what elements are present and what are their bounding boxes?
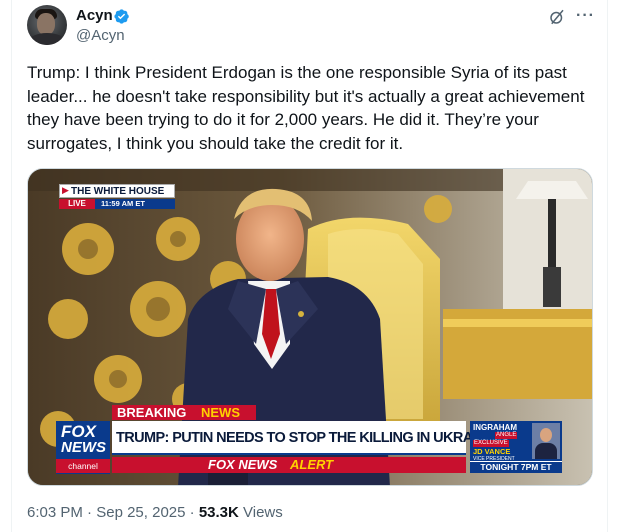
- meta-separator: ·: [87, 504, 93, 521]
- live-bar: LIVE 11:59 AM ET: [59, 199, 175, 209]
- tweet-video[interactable]: ▶ THE WHITE HOUSE LIVE 11:59 AM ET BREAK…: [27, 168, 593, 486]
- live-label: LIVE: [59, 199, 95, 209]
- card-divider-left: [11, 0, 12, 532]
- promo-guest-face: [540, 428, 552, 442]
- location-arrow-icon: ▶: [62, 185, 69, 195]
- logo-bottom: NEWS: [61, 439, 106, 456]
- location-bug: ▶ THE WHITE HOUSE: [59, 184, 175, 198]
- meta-separator-2: ·: [189, 504, 195, 521]
- news-label: NEWS: [201, 405, 240, 420]
- author-display-name[interactable]: Acyn: [76, 6, 113, 26]
- headline-text: TRUMP: PUTIN NEEDS TO STOP THE KILLING I…: [116, 430, 496, 446]
- author-handle[interactable]: @Acyn: [76, 26, 125, 46]
- promo-show: INGRAHAM: [473, 423, 517, 432]
- breaking-news-tag: BREAKING NEWS: [112, 405, 256, 420]
- alert-label-alert: ALERT: [290, 457, 334, 472]
- promo-show-sub: ANGLE: [495, 432, 518, 439]
- location-text: THE WHITE HOUSE: [71, 186, 165, 197]
- promo-guest: JD VANCE: [473, 447, 511, 456]
- views-label: Views: [243, 504, 283, 521]
- promo-guest-photo: [532, 423, 560, 459]
- tweet-text: Trump: I think President Erdogan is the …: [27, 63, 585, 153]
- views-count: 53.3K: [198, 504, 239, 521]
- logo-channel: channel: [56, 459, 110, 473]
- avatar[interactable]: [27, 5, 67, 45]
- headline-bar: TRUMP: PUTIN NEEDS TO STOP THE KILLING I…: [112, 421, 496, 455]
- verified-badge-icon: [114, 9, 129, 24]
- live-time: 11:59 AM ET: [101, 199, 145, 208]
- avatar-face: [37, 13, 55, 35]
- grok-icon[interactable]: [548, 8, 566, 26]
- promo-time: TONIGHT 7PM ET: [470, 461, 562, 473]
- breaking-label: BREAKING: [117, 405, 187, 420]
- promo-guest-suit: [535, 443, 557, 459]
- tweet-date[interactable]: Sep 25, 2025: [96, 504, 185, 521]
- alert-bar: FOX NEWS ALERT: [112, 457, 466, 473]
- card-divider-right: [607, 0, 608, 532]
- promo-box: INGRAHAM ANGLE EXCLUSIVE JD VANCE VICE P…: [470, 421, 562, 473]
- promo-exclusive: EXCLUSIVE: [473, 440, 509, 447]
- tweet-time[interactable]: 6:03 PM: [27, 504, 83, 521]
- fox-news-logo: FOX NEWS channel: [56, 421, 110, 474]
- tweet-timestamp: 6:03 PM · Sep 25, 2025 · 53.3K Views: [27, 503, 283, 523]
- avatar-shirt: [29, 33, 65, 45]
- alert-label-fox: FOX NEWS: [208, 457, 278, 472]
- more-icon[interactable]: ···: [576, 6, 595, 26]
